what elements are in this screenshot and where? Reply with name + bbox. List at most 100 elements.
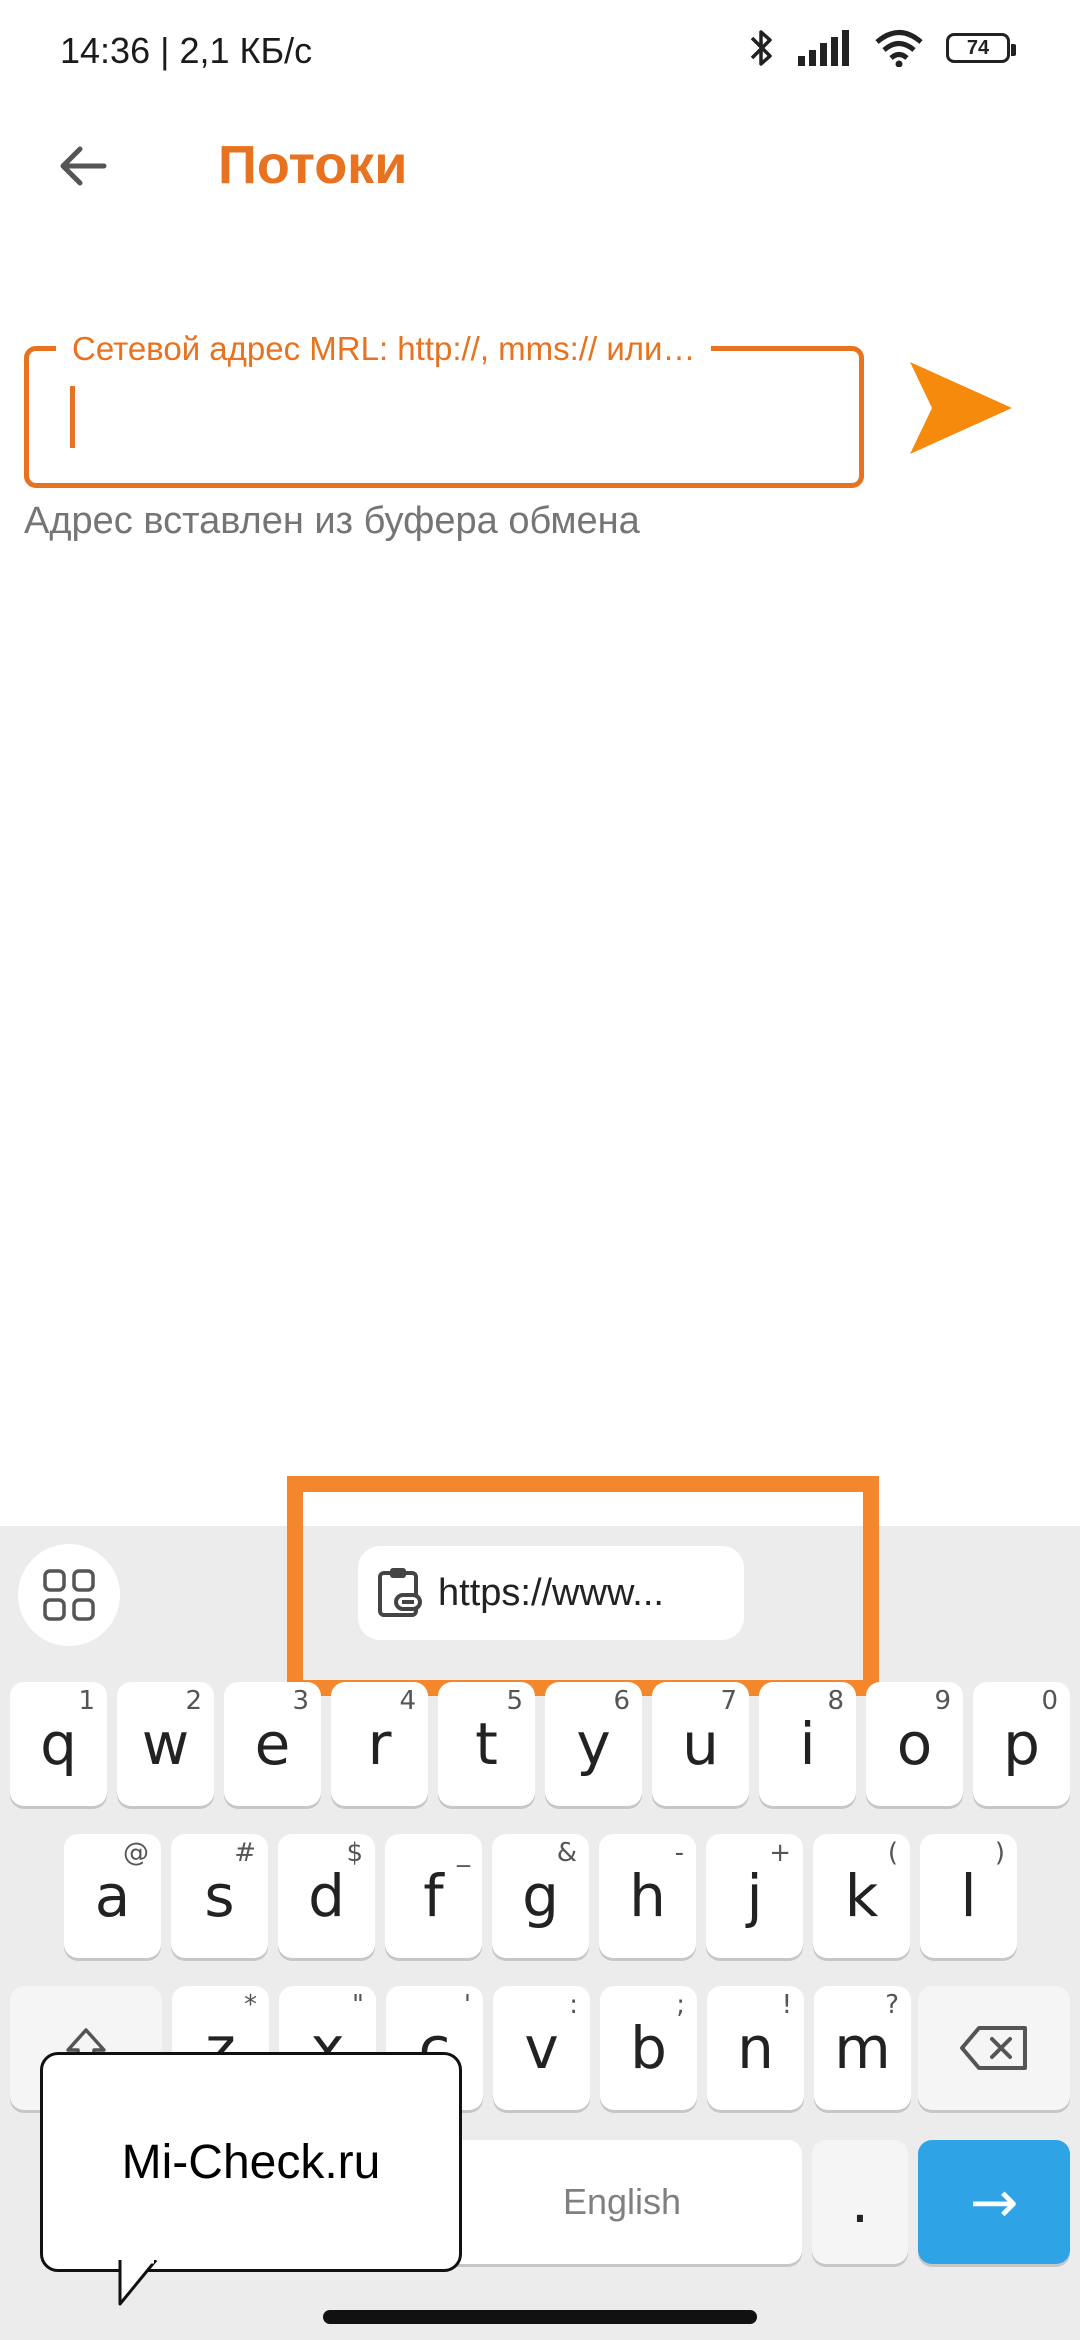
key-p[interactable]: 0p bbox=[973, 1682, 1070, 1806]
text-cursor bbox=[70, 386, 75, 448]
callout-tail bbox=[118, 2260, 158, 2306]
gesture-nav-bar[interactable] bbox=[323, 2310, 757, 2324]
key-e[interactable]: 3e bbox=[224, 1682, 321, 1806]
key-b[interactable]: ; b bbox=[600, 1986, 697, 2110]
key-u-label: u bbox=[682, 1710, 719, 1778]
key-r-alt: 4 bbox=[399, 1686, 416, 1716]
key-n-label: n bbox=[737, 2014, 774, 2082]
key-e-label: e bbox=[254, 1710, 291, 1778]
key-n-alt: ! bbox=[781, 1990, 792, 2020]
key-x-alt: " bbox=[352, 1990, 364, 2020]
highlight-frame bbox=[287, 1476, 879, 1696]
key-i-label: i bbox=[799, 1710, 816, 1778]
key-f-label: f bbox=[423, 1862, 444, 1930]
key-h-alt: - bbox=[674, 1838, 684, 1868]
space-key-label: English bbox=[562, 2181, 682, 2222]
key-w-alt: 2 bbox=[185, 1686, 202, 1716]
key-f[interactable]: _ f bbox=[385, 1834, 482, 1958]
key-u[interactable]: 7u bbox=[652, 1682, 749, 1806]
key-s[interactable]: # s bbox=[171, 1834, 268, 1958]
status-time-speed: 14:36 | 2,1 КБ/с bbox=[60, 30, 313, 71]
key-j-label: j bbox=[746, 1862, 763, 1930]
key-i[interactable]: 8i bbox=[759, 1682, 856, 1806]
key-s-alt: # bbox=[234, 1838, 256, 1868]
status-icons: 74 bbox=[748, 28, 1016, 68]
battery-level: 74 bbox=[966, 36, 990, 59]
key-j[interactable]: + j bbox=[706, 1834, 803, 1958]
key-u-alt: 7 bbox=[720, 1686, 737, 1716]
key-b-label: b bbox=[630, 2014, 667, 2082]
key-z-alt: * bbox=[244, 1990, 257, 2020]
key-l-alt: ) bbox=[994, 1838, 1005, 1868]
key-k-label: k bbox=[844, 1862, 879, 1930]
key-w[interactable]: 2w bbox=[117, 1682, 214, 1806]
space-key[interactable]: English bbox=[442, 2140, 802, 2264]
bluetooth-icon bbox=[750, 30, 772, 66]
key-d-label: d bbox=[308, 1862, 345, 1930]
enter-arrow-icon: → bbox=[969, 2168, 1019, 2236]
clipboard-hint: Адрес вставлен из буфера обмена bbox=[24, 500, 640, 542]
key-l-label: l bbox=[960, 1862, 977, 1930]
key-t[interactable]: 5t bbox=[438, 1682, 535, 1806]
key-t-label: t bbox=[475, 1710, 498, 1778]
key-d[interactable]: $ d bbox=[278, 1834, 375, 1958]
key-y-label: y bbox=[576, 1710, 611, 1778]
key-c-alt: ' bbox=[463, 1990, 471, 2020]
key-a-label: a bbox=[94, 1862, 131, 1930]
key-g-label: g bbox=[522, 1862, 559, 1930]
key-r-label: r bbox=[367, 1710, 392, 1778]
key-s-label: s bbox=[204, 1862, 235, 1930]
mrl-input-label: Сетевой адрес MRL: http://, mms:// или… bbox=[56, 330, 712, 368]
key-g-alt: & bbox=[556, 1838, 577, 1868]
key-y[interactable]: 6y bbox=[545, 1682, 642, 1806]
key-w-label: w bbox=[141, 1710, 190, 1778]
apps-grid-button[interactable] bbox=[18, 1544, 120, 1646]
key-a-alt: @ bbox=[123, 1838, 149, 1868]
key-j-alt: + bbox=[769, 1838, 791, 1868]
wifi-icon bbox=[875, 30, 923, 67]
key-a[interactable]: @ a bbox=[64, 1834, 161, 1958]
key-o[interactable]: 9o bbox=[866, 1682, 963, 1806]
key-h[interactable]: -h bbox=[599, 1834, 696, 1958]
watermark-text: Mi-Check.ru bbox=[121, 2135, 381, 2189]
key-i-alt: 8 bbox=[827, 1686, 844, 1716]
key-q[interactable]: 1q bbox=[10, 1682, 107, 1806]
backspace-key[interactable] bbox=[918, 1986, 1070, 2110]
key-g[interactable]: & g bbox=[492, 1834, 589, 1958]
key-f-alt: _ bbox=[457, 1838, 470, 1868]
key-p-label: p bbox=[1003, 1710, 1040, 1778]
key-d-alt: $ bbox=[346, 1838, 363, 1868]
key-p-alt: 0 bbox=[1041, 1686, 1058, 1716]
key-v[interactable]: :v bbox=[493, 1986, 590, 2110]
key-m-label: m bbox=[834, 2014, 891, 2082]
backspace-icon bbox=[960, 2026, 1027, 2070]
send-icon[interactable] bbox=[908, 360, 1014, 456]
key-q-label: q bbox=[40, 1710, 77, 1778]
period-key-label: . bbox=[850, 2168, 870, 2236]
grid-icon bbox=[43, 1569, 95, 1621]
key-k[interactable]: (k bbox=[813, 1834, 910, 1958]
key-t-alt: 5 bbox=[506, 1686, 523, 1716]
back-arrow-icon[interactable] bbox=[54, 136, 114, 196]
period-key[interactable]: . bbox=[812, 2140, 908, 2264]
key-m-alt: ? bbox=[885, 1990, 899, 2020]
watermark-callout: Mi-Check.ru bbox=[40, 2052, 462, 2272]
key-e-alt: 3 bbox=[292, 1686, 309, 1716]
signal-icon bbox=[798, 30, 849, 66]
key-o-label: o bbox=[896, 1710, 933, 1778]
battery-icon: 74 bbox=[946, 33, 1016, 63]
key-v-alt: : bbox=[569, 1990, 578, 2020]
key-k-alt: ( bbox=[887, 1838, 898, 1868]
key-l[interactable]: ) l bbox=[920, 1834, 1017, 1958]
key-o-alt: 9 bbox=[934, 1686, 951, 1716]
page-title: Потоки bbox=[218, 135, 408, 195]
key-b-alt: ; bbox=[676, 1990, 685, 2020]
key-v-label: v bbox=[524, 2014, 559, 2082]
key-m[interactable]: ? m bbox=[814, 1986, 911, 2110]
key-y-alt: 6 bbox=[613, 1686, 630, 1716]
key-n[interactable]: ! n bbox=[707, 1986, 804, 2110]
key-r[interactable]: 4r bbox=[331, 1682, 428, 1806]
enter-key[interactable]: → bbox=[918, 2140, 1070, 2264]
key-q-alt: 1 bbox=[78, 1686, 95, 1716]
key-h-label: h bbox=[629, 1862, 666, 1930]
